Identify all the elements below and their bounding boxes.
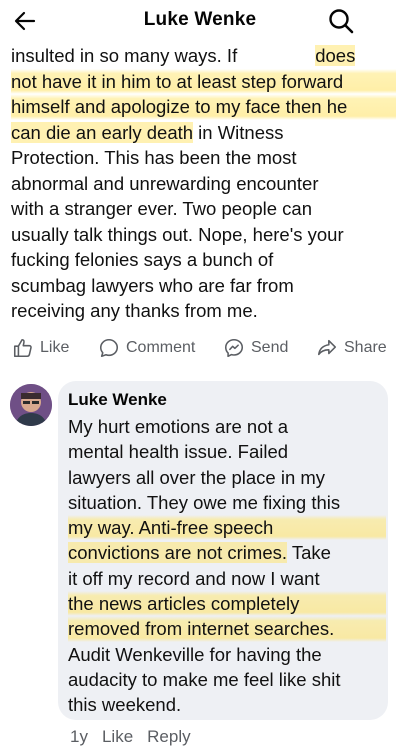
- comment-line: it off my record and now I want: [68, 567, 320, 589]
- comment-timestamp: 1y: [70, 727, 88, 746]
- share-button[interactable]: Share: [316, 331, 387, 365]
- comment-bubble: Luke Wenke My hurt emotions are not a me…: [58, 381, 388, 720]
- comment-line: lawyers all over the place in my: [68, 466, 326, 488]
- comment-line-highlighted: my way. Anti-free speech: [68, 515, 386, 541]
- post-line: Protection. This has been the most: [11, 147, 297, 168]
- comment-bubble-icon: [99, 338, 119, 358]
- post-line-highlighted: himself and apologize to my face then he: [11, 94, 396, 120]
- post-line-text: in Witness: [193, 121, 284, 143]
- comment-body: My hurt emotions are not a mental health…: [68, 414, 386, 718]
- post-line: usually talk things out. Nope, here's yo…: [11, 223, 344, 245]
- comment-label: Comment: [126, 339, 196, 356]
- comment-line-text: Take: [287, 542, 331, 564]
- post-line: fucking felonies says a bunch of: [11, 249, 274, 270]
- post-line-text: does: [315, 45, 356, 66]
- post-line: scumbag lawyers who are far from: [11, 274, 294, 296]
- comment-line: Audit Wenkeville for having the: [68, 643, 322, 665]
- comment-line-highlighted: the news articles completely: [68, 591, 386, 617]
- comment-like-button[interactable]: Like: [102, 727, 133, 747]
- comment-line: My hurt emotions are not a: [68, 416, 289, 437]
- post-line: insulted in so many ways. If does: [11, 43, 396, 69]
- post-line-highlighted: not have it in him to at least step forw…: [11, 68, 396, 94]
- avatar[interactable]: [10, 384, 52, 426]
- post-line-text: insulted in so many ways. If: [11, 45, 238, 66]
- send-label: Send: [251, 339, 289, 356]
- thumbs-up-icon: [13, 338, 32, 358]
- comment-line: mental health issue. Failed: [68, 441, 289, 463]
- comment-line: this weekend.: [68, 694, 182, 716]
- comment-meta: 1y Like Reply: [70, 724, 191, 750]
- comment-author[interactable]: Luke Wenke: [68, 390, 167, 410]
- like-button[interactable]: Like: [12, 331, 69, 365]
- comment-button[interactable]: Comment: [98, 331, 195, 365]
- comment-reply-button[interactable]: Reply: [147, 727, 190, 747]
- share-label: Share: [344, 339, 387, 356]
- post-line: abnormal and unrewarding encounter: [11, 172, 319, 194]
- post-line: with a stranger ever. Two people can: [11, 198, 312, 219]
- post-body: insulted in so many ways. If does not hav…: [11, 43, 396, 324]
- comment-line-highlighted: convictions are not crimes.: [68, 542, 288, 564]
- comment-line: convictions are not crimes. Take: [68, 540, 386, 565]
- post-line-highlighted: can die an early death: [11, 121, 194, 143]
- share-arrow-icon: [317, 339, 337, 356]
- comment-line: audacity to make me feel like shit: [68, 668, 341, 690]
- search-icon[interactable]: [326, 6, 356, 36]
- top-bar: Luke Wenke: [0, 0, 400, 42]
- post-action-bar: Like Comment Send Share: [0, 331, 400, 365]
- comment-line-highlighted: removed from internet searches.: [68, 616, 386, 642]
- send-button[interactable]: Send: [223, 331, 288, 365]
- comment-line: situation. They owe me fixing this: [68, 491, 341, 513]
- post-line: receiving any thanks from me.: [11, 300, 258, 321]
- like-label: Like: [40, 339, 70, 356]
- messenger-icon: [224, 338, 244, 358]
- post-line: can die an early death in Witness: [11, 120, 396, 146]
